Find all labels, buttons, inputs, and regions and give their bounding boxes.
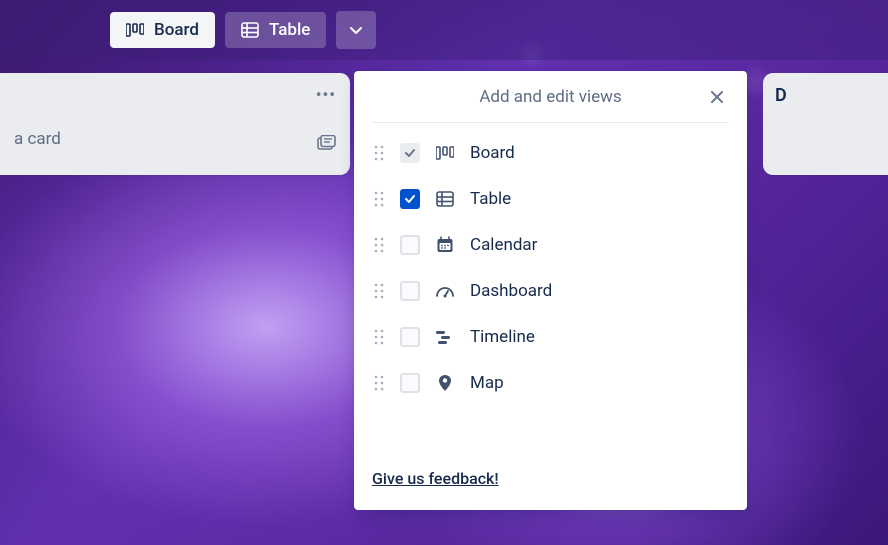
list-menu-icon[interactable]: ••• [316,85,336,104]
popover-header: Add and edit views [372,71,729,123]
view-item-dashboard[interactable]: Dashboard [372,281,729,301]
table-icon [241,22,259,38]
add-card-text[interactable]: a card [14,129,61,149]
checkbox-timeline[interactable] [400,327,420,347]
checkbox-calendar[interactable] [400,235,420,255]
drag-handle-icon[interactable] [372,283,386,299]
list-column-left: ••• a card [0,73,350,175]
view-item-table[interactable]: Table [372,189,729,209]
drag-handle-icon[interactable] [372,237,386,253]
calendar-icon [434,236,456,254]
list-heading-right: D [775,85,787,106]
list-column-right: D [763,73,888,175]
view-label: Table [470,189,511,209]
close-icon [709,89,725,105]
toolbar: Board Table [0,0,888,60]
table-tab[interactable]: Table [225,12,326,48]
timeline-icon [434,329,456,345]
close-button[interactable] [705,85,729,109]
view-list: Board Table Calendar [372,123,729,393]
board-icon [434,146,456,160]
board-tab[interactable]: Board [110,12,215,48]
checkbox-dashboard[interactable] [400,281,420,301]
board-icon [126,23,144,37]
drag-handle-icon[interactable] [372,375,386,391]
board-tab-label: Board [154,20,199,40]
view-item-board[interactable]: Board [372,143,729,163]
table-icon [434,191,456,207]
chevron-down-icon [348,22,364,38]
drag-handle-icon[interactable] [372,191,386,207]
view-item-timeline[interactable]: Timeline [372,327,729,347]
map-icon [434,374,456,392]
view-label: Calendar [470,235,537,255]
template-icon[interactable] [316,135,336,151]
view-label: Timeline [470,327,535,347]
view-label: Dashboard [470,281,552,301]
dashboard-icon [434,283,456,299]
views-dropdown-button[interactable] [336,11,376,49]
view-label: Board [470,143,515,163]
popover-title: Add and edit views [479,87,621,107]
feedback-link[interactable]: Give us feedback! [372,449,729,510]
view-label: Map [470,373,504,393]
drag-handle-icon[interactable] [372,329,386,345]
drag-handle-icon[interactable] [372,145,386,161]
checkbox-table[interactable] [400,189,420,209]
view-item-calendar[interactable]: Calendar [372,235,729,255]
view-item-map[interactable]: Map [372,373,729,393]
checkbox-map[interactable] [400,373,420,393]
views-popover: Add and edit views Board [354,71,747,510]
table-tab-label: Table [269,20,310,40]
checkbox-board[interactable] [400,143,420,163]
